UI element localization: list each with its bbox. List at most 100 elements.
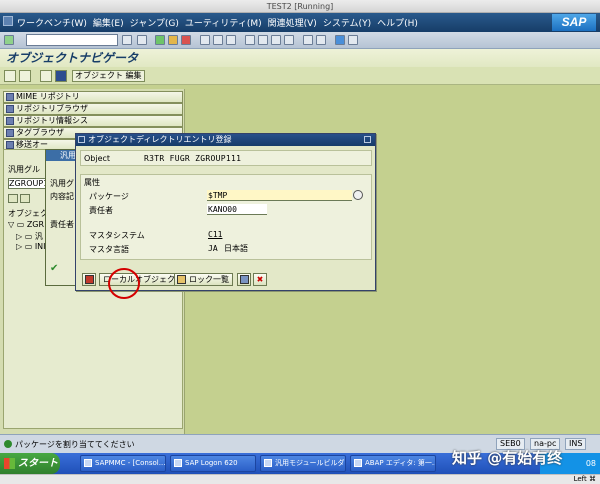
info-icon[interactable] — [55, 70, 67, 82]
dialog-title: オブジェクトディレクトリエントリ登録 — [88, 135, 232, 144]
tree-node-2[interactable]: ▷ ▭ INI — [16, 242, 46, 251]
find-next-icon[interactable] — [226, 35, 236, 45]
status-success-icon — [4, 440, 12, 448]
master-language-name: 日本語 — [224, 244, 248, 253]
print-icon[interactable] — [200, 35, 210, 45]
help-icon[interactable] — [335, 35, 345, 45]
vm-status-bar: Left ⌘ — [0, 474, 600, 484]
menu-edit[interactable]: 編集(E) — [90, 16, 127, 29]
vm-window-title: TEST2 [Running] — [0, 0, 600, 13]
task-function-builder[interactable]: 汎用モジュールビルダ... — [260, 455, 346, 472]
status-message: パッケージを割り当ててください — [4, 439, 135, 450]
tree-forward-icon[interactable] — [20, 194, 30, 203]
first-page-icon[interactable] — [245, 35, 255, 45]
save-icon — [85, 275, 94, 284]
nav-repository-browser[interactable]: リポジトリブラウザ — [3, 103, 183, 115]
command-dropdown-icon[interactable] — [122, 35, 132, 45]
lock-icon — [177, 275, 186, 284]
dialog-button-bar: ローカルオブジェクト ロック一覧 ✖ — [80, 272, 372, 288]
next-page-icon[interactable] — [271, 35, 281, 45]
browser-icon — [6, 105, 14, 113]
lock-overview-button[interactable]: ロック一覧 — [174, 273, 233, 286]
host-key-indicator: Left ⌘ — [573, 475, 596, 483]
package-label: パッケージ — [89, 192, 129, 201]
watermark: 知乎 @有始有终 — [452, 449, 563, 467]
nav-mime-repository[interactable]: MIME リポジトリ — [3, 91, 183, 103]
display-object-list-icon[interactable] — [40, 70, 52, 82]
dialog-title-bar: オブジェクトディレクトリエントリ登録 — [76, 134, 375, 146]
copy-button[interactable] — [237, 273, 251, 286]
menu-workbench[interactable]: ワークベンチ(W) — [14, 16, 90, 29]
tree-node-root[interactable]: ▽ ▭ ZGR — [8, 220, 44, 229]
nav-repository-info-system[interactable]: リポジトリ情報シス — [3, 115, 183, 127]
task-sap-logon[interactable]: SAP Logon 620 — [170, 455, 256, 472]
dialog-system-icon[interactable] — [78, 136, 85, 143]
app-icon — [174, 459, 182, 467]
task-abap-editor[interactable]: ABAP エディタ: 第一... — [350, 455, 436, 472]
transport-icon — [6, 141, 14, 149]
close-x-icon: ✖ — [256, 275, 264, 284]
sap-window: ワークベンチ(W) 編集(E) ジャンプ(G) ユーティリティ(M) 関連処理(… — [0, 13, 600, 453]
find-icon[interactable] — [213, 35, 223, 45]
save-button[interactable] — [82, 273, 96, 286]
windows-flag-icon — [4, 458, 15, 469]
checkmark-icon[interactable]: ✔ — [50, 264, 62, 275]
folder-icon: ▭ — [16, 220, 25, 229]
copy-icon — [240, 275, 249, 284]
enter-icon[interactable] — [4, 35, 14, 45]
value-help-icon[interactable] — [353, 190, 363, 200]
menu-help[interactable]: ヘルプ(H) — [374, 16, 421, 29]
tree-back-icon[interactable] — [8, 194, 18, 203]
app-icon — [354, 459, 362, 467]
cancel-button[interactable]: ✖ — [253, 273, 267, 286]
object-edit-button[interactable]: オブジェクト 編集 — [72, 70, 145, 82]
standard-toolbar — [0, 32, 600, 49]
attributes-group: 属性 パッケージ $TMP 責任者 KANO00 マスタシステム C11 マスタ… — [80, 174, 372, 260]
tree-node-1[interactable]: ▷ ▭ 汎 — [16, 231, 43, 242]
task-sapmmc[interactable]: SAPMMC - [Consol... — [80, 455, 166, 472]
start-button[interactable]: スタート — [0, 453, 60, 474]
object-value: R3TR FUGR ZGROUP111 — [144, 154, 242, 163]
last-page-icon[interactable] — [284, 35, 294, 45]
master-language-code: JA — [208, 244, 218, 253]
responsible-label: 責任者 — [50, 220, 74, 229]
cancel-icon[interactable] — [181, 35, 191, 45]
object-edit-label: オブジェクト 編集 — [75, 71, 142, 80]
menu-bar: ワークベンチ(W) 編集(E) ジャンプ(G) ユーティリティ(M) 関連処理(… — [0, 13, 600, 32]
dialog-close-icon[interactable] — [364, 136, 371, 143]
screen-title: オブジェクトナビゲータ — [0, 49, 600, 67]
status-mode: INS — [565, 438, 587, 450]
master-system-value: C11 — [208, 230, 223, 239]
arrow-right-icon[interactable] — [19, 70, 31, 82]
window-menu-icon[interactable] — [3, 16, 13, 26]
arrow-left-icon[interactable] — [4, 70, 16, 82]
exit-icon[interactable] — [168, 35, 178, 45]
new-session-icon[interactable] — [303, 35, 313, 45]
tag-icon — [6, 129, 14, 137]
folder-icon: ▭ — [24, 242, 33, 251]
command-field[interactable] — [26, 34, 118, 46]
attributes-group-title: 属性 — [84, 178, 100, 187]
object-label: Object — [84, 154, 111, 163]
menu-system[interactable]: システム(Y) — [320, 16, 374, 29]
function-group-label: 汎用グ — [50, 179, 74, 188]
package-input[interactable]: $TMP — [207, 190, 352, 201]
short-text-label: 内容記 — [50, 192, 74, 201]
layout-menu-icon[interactable] — [348, 35, 358, 45]
back-icon[interactable] — [155, 35, 165, 45]
mime-icon — [6, 93, 14, 101]
owner-label: 責任者 — [89, 206, 113, 215]
info-system-icon — [6, 117, 14, 125]
previous-page-icon[interactable] — [258, 35, 268, 45]
group-input[interactable]: ZGROUP1 — [8, 178, 48, 189]
menu-environment[interactable]: 関連処理(V) — [265, 16, 320, 29]
app-icon — [264, 459, 272, 467]
shortcut-icon[interactable] — [316, 35, 326, 45]
menu-goto[interactable]: ジャンプ(G) — [127, 16, 182, 29]
menu-utilities[interactable]: ユーティリティ(M) — [182, 16, 265, 29]
owner-input[interactable]: KANO00 — [207, 204, 267, 215]
application-toolbar: オブジェクト 編集 — [0, 67, 600, 85]
save-icon[interactable] — [137, 35, 147, 45]
object-row: Object R3TR FUGR ZGROUP111 — [80, 150, 372, 166]
master-system-label: マスタシステム — [89, 231, 145, 240]
